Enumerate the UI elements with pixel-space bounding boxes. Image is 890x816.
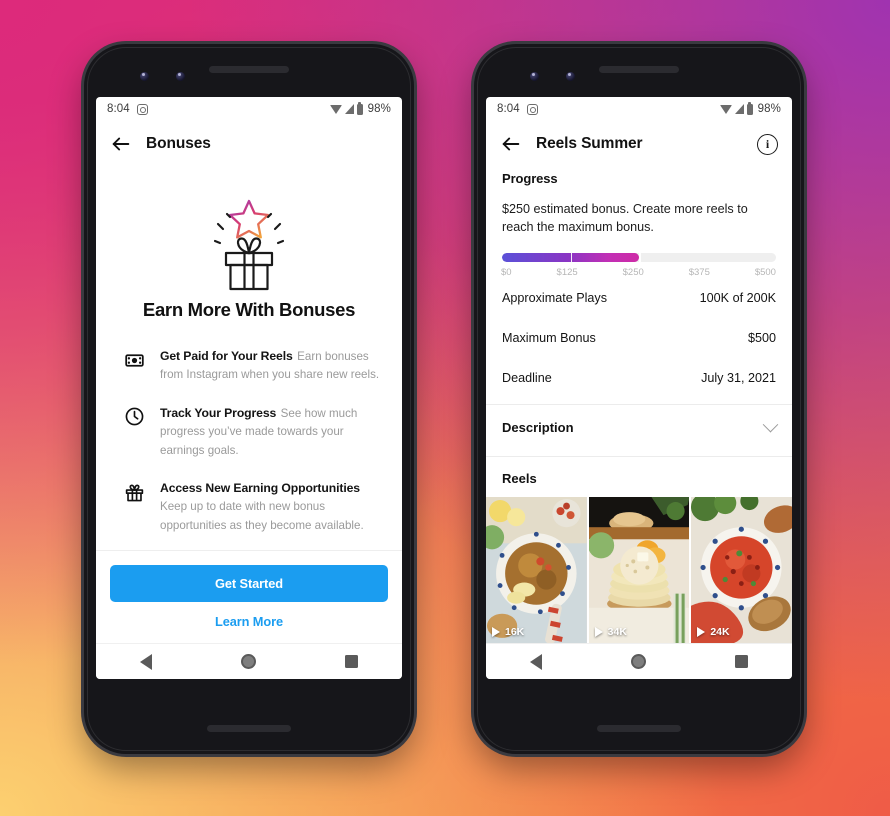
android-nav-bar-right xyxy=(486,643,792,679)
front-camera-secondary-icon xyxy=(176,72,185,81)
screen-right: 8:04 98% Reels Summer i Progress $250 es… xyxy=(486,97,792,679)
play-count-value: 34K xyxy=(607,626,627,639)
signal-icon xyxy=(344,104,354,114)
progress-tick-label: $500 xyxy=(754,266,776,278)
app-bar-right: Reels Summer i xyxy=(486,121,792,167)
feature-item-opportunities: Access New Earning Opportunities Keep up… xyxy=(114,479,384,534)
play-count-value: 16K xyxy=(505,626,525,639)
stat-value: $500 xyxy=(747,330,776,345)
status-indicators: 98% xyxy=(329,101,391,115)
onboarding-footer: Get Started Learn More xyxy=(96,550,402,643)
battery-percent: 98% xyxy=(757,103,781,115)
nav-recents-icon[interactable] xyxy=(734,655,748,668)
progress-heading: Progress xyxy=(502,171,558,186)
stat-row-plays: Approximate Plays 100K of 200K xyxy=(486,278,792,318)
gift-icon xyxy=(122,480,146,504)
reel-thumbnail[interactable]: 34K xyxy=(588,496,690,643)
reels-grid: 16K 34K 24K xyxy=(486,496,792,643)
onboarding-content: Earn More With Bonuses Get Paid for Your… xyxy=(96,167,402,643)
wifi-icon xyxy=(329,104,342,114)
feature-item-paid: Get Paid for Your Reels Earn bonuses fro… xyxy=(114,347,384,384)
battery-icon xyxy=(746,101,753,115)
front-camera-icon xyxy=(530,72,539,81)
progress-bar-group: $0 $125 $250 $375 $500 xyxy=(486,237,792,278)
progress-bar-track xyxy=(502,252,776,262)
play-icon xyxy=(594,627,603,638)
money-bill-icon xyxy=(122,348,146,372)
feature-item-progress: Track Your Progress See how much progres… xyxy=(114,404,384,459)
play-count-value: 24K xyxy=(710,626,730,639)
battery-percent: 98% xyxy=(367,103,391,115)
nav-back-icon[interactable] xyxy=(530,653,543,670)
play-icon xyxy=(492,627,500,638)
progress-segment-divider xyxy=(639,252,641,262)
phone-device-left: 8:04 98% Bonuses Earn More With Bonuses … xyxy=(84,44,414,754)
front-camera-icon xyxy=(140,72,149,81)
status-bar-left: 8:04 98% xyxy=(96,97,402,121)
stat-row-deadline: Deadline July 31, 2021 xyxy=(486,358,792,398)
nav-home-icon[interactable] xyxy=(630,654,646,669)
reels-heading: Reels xyxy=(502,470,537,486)
app-bar-left: Bonuses xyxy=(96,121,402,167)
signal-icon xyxy=(734,104,744,114)
progress-tick-label: $125 xyxy=(556,266,578,278)
hero-title: Earn More With Bonuses xyxy=(142,299,356,320)
back-arrow-icon[interactable] xyxy=(500,133,522,155)
instagram-icon xyxy=(526,103,538,115)
android-nav-bar-left xyxy=(96,643,402,679)
bottom-speaker-grille xyxy=(597,725,681,732)
front-camera-secondary-icon xyxy=(566,72,575,81)
status-bar-right: 8:04 98% xyxy=(486,97,792,121)
status-time: 8:04 xyxy=(107,103,130,115)
reel-play-count: 16K xyxy=(492,626,524,638)
reel-thumbnail[interactable]: 16K xyxy=(486,496,587,643)
reel-thumbnail[interactable]: 24K xyxy=(691,496,792,643)
progress-tick-label: $375 xyxy=(688,266,710,278)
earpiece-speaker xyxy=(209,66,289,73)
progress-tick-label: $250 xyxy=(622,266,644,278)
stat-label: Deadline xyxy=(502,370,552,385)
stat-label: Approximate Plays xyxy=(502,290,607,305)
reel-play-count: 34K xyxy=(594,626,627,639)
description-label: Description xyxy=(502,419,574,435)
gift-box-with-star-icon xyxy=(114,167,384,299)
back-arrow-icon[interactable] xyxy=(110,133,132,155)
status-indicators: 98% xyxy=(719,101,781,115)
feature-description: Keep up to date with new bonus opportuni… xyxy=(160,500,364,532)
description-accordion[interactable]: Description xyxy=(486,405,792,450)
progress-segment-divider xyxy=(570,252,572,262)
battery-icon xyxy=(356,101,363,115)
stat-label: Maximum Bonus xyxy=(502,330,596,345)
chevron-down-icon xyxy=(762,416,779,432)
instagram-icon xyxy=(136,103,148,115)
nav-recents-icon[interactable] xyxy=(344,655,358,668)
bonus-detail-content: Progress $250 estimated bonus. Create mo… xyxy=(486,167,792,643)
nav-home-icon[interactable] xyxy=(240,654,256,669)
get-started-button[interactable]: Get Started xyxy=(110,565,388,602)
page-title: Bonuses xyxy=(146,135,211,152)
bottom-speaker-grille xyxy=(207,725,291,732)
bonus-summary-text: $250 estimated bonus. Create more reels … xyxy=(502,202,748,235)
wifi-icon xyxy=(719,104,732,114)
stat-value: 100K of 200K xyxy=(699,290,776,305)
nav-back-icon[interactable] xyxy=(140,653,153,670)
stat-row-max-bonus: Maximum Bonus $500 xyxy=(486,318,792,358)
feature-title: Track Your Progress xyxy=(160,405,277,420)
page-title: Reels Summer xyxy=(536,135,643,152)
clock-icon xyxy=(122,405,146,429)
status-time: 8:04 xyxy=(497,103,520,115)
phone-device-right: 8:04 98% Reels Summer i Progress $250 es… xyxy=(474,44,804,754)
earpiece-speaker xyxy=(599,66,679,73)
learn-more-link[interactable]: Learn More xyxy=(110,602,388,633)
feature-title: Get Paid for Your Reels xyxy=(160,349,293,363)
progress-tick-labels: $0 $125 $250 $375 $500 xyxy=(501,266,776,278)
screen-left: 8:04 98% Bonuses Earn More With Bonuses … xyxy=(96,97,402,679)
reel-play-count: 24K xyxy=(697,626,730,639)
info-icon[interactable]: i xyxy=(757,133,778,155)
play-icon xyxy=(697,627,706,638)
progress-tick-label: $0 xyxy=(501,266,512,278)
stat-value: July 31, 2021 xyxy=(701,370,776,385)
feature-title: Access New Earning Opportunities xyxy=(160,481,360,496)
